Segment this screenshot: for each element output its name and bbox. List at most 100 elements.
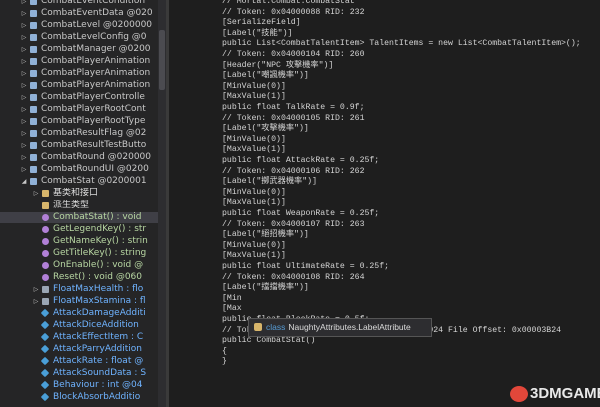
expand-arrow-icon[interactable]: ▷ [20, 8, 28, 19]
tree-item[interactable]: Behaviour : int @04 [0, 380, 158, 391]
tree-item[interactable]: AttackEffectItem : C [0, 332, 158, 343]
code-line[interactable]: [Header("NPC 攻擊機率")] [222, 61, 333, 72]
line-number [178, 294, 208, 305]
line-number [178, 61, 208, 72]
tree-item[interactable]: ▷ FloatMaxStamina : fl [0, 296, 158, 307]
expand-arrow-icon[interactable]: ▷ [20, 32, 28, 43]
code-line[interactable]: [Max [222, 304, 242, 315]
tree-item[interactable]: AttackRate : float @ [0, 356, 158, 367]
code-line[interactable]: } [222, 357, 227, 368]
expand-arrow-icon[interactable]: ▷ [20, 152, 28, 163]
code-line[interactable]: [SerializeField] [222, 18, 301, 29]
assembly-tree[interactable]: ▷ CombatEventCondition ▷ CombatEventData @0… [0, 0, 158, 407]
code-line[interactable]: public float UltimateRate = 0.25f; [222, 262, 389, 273]
tree-item[interactable]: BlockAbsorbAdditio [0, 392, 158, 403]
tree-item[interactable]: ▷ CombatResultTestButto [0, 140, 158, 151]
code-line[interactable]: [Label("擋擋機率")] [222, 283, 309, 294]
field-icon [40, 356, 50, 366]
expand-arrow-icon[interactable]: ▷ [20, 128, 28, 139]
method-icon [42, 250, 49, 257]
expand-arrow-icon[interactable]: ▷ [32, 296, 40, 307]
tree-item[interactable]: ▷ 基类和接口 [0, 188, 158, 199]
expand-arrow-icon[interactable]: ▷ [20, 80, 28, 91]
expand-arrow-icon[interactable]: ▷ [20, 68, 28, 79]
code-line[interactable]: // Token: 0x04000105 RID: 261 [222, 114, 365, 125]
code-line[interactable]: public CombatStat() [222, 336, 315, 347]
tree-item[interactable]: ▷ CombatResultFlag @02 [0, 128, 158, 139]
tree-item[interactable]: AttackDamageAdditi [0, 308, 158, 319]
code-line[interactable]: [MaxValue(1)] [222, 251, 286, 262]
expand-arrow-icon[interactable]: ▷ [32, 284, 40, 295]
code-line[interactable]: // Token: 0x04000106 RID: 262 [222, 167, 365, 178]
code-line[interactable]: // Token: 0x04000088 RID: 232 [222, 8, 365, 19]
tree-item[interactable]: 派生类型 [0, 200, 158, 211]
method-icon [42, 274, 49, 281]
code-line[interactable]: // Token: 0x04000107 RID: 263 [222, 220, 365, 231]
tree-item[interactable]: AttackParryAddition [0, 344, 158, 355]
code-line[interactable]: [MaxValue(1)] [222, 92, 286, 103]
tree-item[interactable]: ▷ CombatPlayerRootType [0, 116, 158, 127]
tree-item[interactable]: ▷ CombatRound @020000 [0, 152, 158, 163]
expand-arrow-icon[interactable]: ▷ [20, 92, 28, 103]
code-line[interactable]: // Token: 0x04000108 RID: 264 [222, 273, 365, 284]
tree-item[interactable]: GetLegendKey() : str [0, 224, 158, 235]
tree-item[interactable]: OnEnable() : void @ [0, 260, 158, 271]
tree-item[interactable]: ▷ CombatPlayerControlle [0, 92, 158, 103]
code-line[interactable]: public List<CombatTalentItem> TalentItem… [222, 39, 581, 50]
tree-item[interactable]: ▷ CombatRoundUI @0200 [0, 164, 158, 175]
expand-arrow-icon[interactable]: ▷ [20, 140, 28, 151]
expand-arrow-icon[interactable]: ▷ [20, 0, 28, 7]
tree-item[interactable]: AttackSoundData : S [0, 368, 158, 379]
tree-item[interactable]: ▷ CombatEventCondition [0, 0, 158, 7]
expand-arrow-icon[interactable]: ▷ [20, 116, 28, 127]
tree-item[interactable]: ▷ FloatMaxHealth : flo [0, 284, 158, 295]
code-line[interactable]: [Label("技能")] [222, 29, 292, 40]
tree-item[interactable]: AttackDiceAddition [0, 320, 158, 331]
code-line[interactable]: [MinValue(0)] [222, 241, 286, 252]
code-line[interactable]: public float TalkRate = 0.9f; [222, 103, 365, 114]
tree-item[interactable]: CombatStat() : void [0, 212, 158, 223]
tree-item[interactable]: ▷ CombatEventData @020 [0, 8, 158, 19]
line-number [178, 220, 208, 231]
tree-item[interactable]: ▷ CombatPlayerAnimation [0, 68, 158, 79]
code-line[interactable]: // Token: 0x04000104 RID: 260 [222, 50, 365, 61]
code-line[interactable]: // Mortal.Combat.CombatStat [222, 0, 355, 8]
tree-item[interactable]: ▷ CombatPlayerRootCont [0, 104, 158, 115]
expand-arrow-icon[interactable]: ▷ [20, 44, 28, 55]
code-line[interactable]: public float WeaponRate = 0.25f; [222, 209, 379, 220]
line-number [178, 336, 208, 347]
tree-item[interactable]: ◢ CombatStat @0200001 [0, 176, 158, 187]
tree-item[interactable]: Reset() : void @060 [0, 272, 158, 283]
tree-item[interactable]: ▷ CombatManager @0200 [0, 44, 158, 55]
expand-arrow-icon[interactable]: ▷ [32, 188, 40, 199]
code-line[interactable]: [Label("擲武器機率")] [222, 177, 317, 188]
tree-item[interactable]: GetTitleKey() : string [0, 248, 158, 259]
line-number [178, 50, 208, 61]
code-line[interactable]: [MaxValue(1)] [222, 145, 286, 156]
tree-scrollbar[interactable] [158, 0, 166, 407]
tree-item[interactable]: ▷ CombatPlayerAnimation [0, 80, 158, 91]
tree-item[interactable]: ▷ CombatPlayerAnimation [0, 56, 158, 67]
tree-item[interactable]: ▷ CombatLevelConfig @0 [0, 32, 158, 43]
code-line[interactable]: public float AttackRate = 0.25f; [222, 156, 379, 167]
tree-item[interactable]: GetNameKey() : strin [0, 236, 158, 247]
expand-arrow-icon[interactable]: ▷ [20, 56, 28, 67]
code-line[interactable]: [MinValue(0)] [222, 135, 286, 146]
tree-item[interactable]: ▷ CombatLevel @0200000 [0, 20, 158, 31]
code-line[interactable]: [Label("嘲諷機率")] [222, 71, 309, 82]
code-editor[interactable]: // Mortal.Combat.CombatStat// Token: 0x0… [222, 0, 600, 407]
expand-arrow-icon[interactable]: ▷ [20, 20, 28, 31]
collapse-arrow-icon[interactable]: ◢ [20, 176, 28, 187]
tree-scroll-thumb[interactable] [159, 30, 165, 90]
tree-item-label: CombatEventCondition [41, 0, 146, 6]
expand-arrow-icon[interactable]: ▷ [20, 104, 28, 115]
code-line[interactable]: [Min [222, 294, 242, 305]
code-line[interactable]: [MaxValue(1)] [222, 198, 286, 209]
expand-arrow-icon[interactable]: ▷ [20, 164, 28, 175]
code-line[interactable]: { [222, 347, 227, 358]
property-icon [42, 298, 49, 305]
code-line[interactable]: [Label("絕招機率")] [222, 230, 309, 241]
code-line[interactable]: [Label("攻擊機率")] [222, 124, 309, 135]
code-line[interactable]: [MinValue(0)] [222, 82, 286, 93]
code-line[interactable]: [MinValue(0)] [222, 188, 286, 199]
